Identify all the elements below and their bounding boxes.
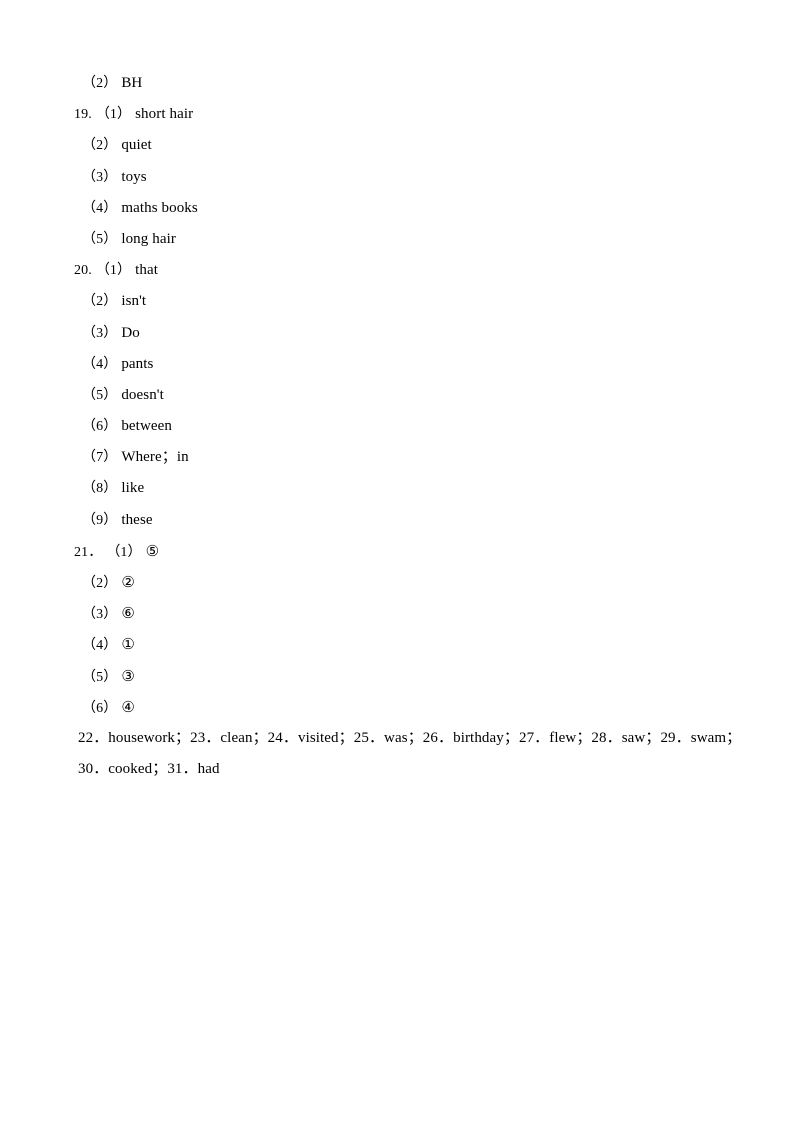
answer-text: Do <box>121 324 140 341</box>
answer-text: these <box>121 511 153 528</box>
sub-item-label: （5） <box>82 387 118 403</box>
answer-text: BH <box>121 75 143 91</box>
answer-text: maths books <box>121 199 198 216</box>
sub-item-label: （6） <box>82 700 118 716</box>
sub-item-label: （5） <box>82 231 118 247</box>
answer-line: （3） Do <box>70 318 730 349</box>
answer-key-page: （2） BH 19. （1） short hair （2） quiet （3） toys （4） m… <box>0 0 794 1123</box>
answer-text: that <box>135 262 159 279</box>
answer-line: （2） ② <box>70 567 730 598</box>
answer-line: 22．housework；23．clean；24．visited；25．was；… <box>70 723 741 754</box>
sub-item-label: （7） <box>82 450 118 466</box>
sub-item-label: （2） <box>82 76 118 91</box>
circled-number-answer: ② <box>121 573 135 591</box>
answer-line: （6） between <box>70 411 730 442</box>
answer-text: short hair <box>135 106 194 123</box>
answer-line: （4） pants <box>70 349 730 380</box>
answer-line: 30．cooked；31．had <box>70 754 730 785</box>
answer-text: toys <box>121 168 147 185</box>
answer-text: Where；in <box>121 449 189 466</box>
answer-line: （4） ① <box>70 629 730 660</box>
answer-line: （9） these <box>70 505 730 536</box>
sub-item-label: （3） <box>82 169 118 185</box>
answer-line: （5） ③ <box>70 661 730 692</box>
answer-text: 30．cooked；31．had <box>78 761 220 778</box>
sub-item-label: （2） <box>82 294 118 310</box>
circled-number-answer: ④ <box>121 697 135 716</box>
sub-item-label: （2） <box>82 576 118 591</box>
answer-line: 20. （1） that <box>70 255 730 286</box>
answer-text: like <box>121 480 145 497</box>
answer-line: （7） Where；in <box>70 442 730 473</box>
sub-item-label: （9） <box>82 512 118 528</box>
answer-text: quiet <box>121 137 152 154</box>
circled-number-answer: ③ <box>121 666 135 685</box>
sub-item-label: （4） <box>82 638 118 654</box>
sub-item-label: （2） <box>82 138 118 154</box>
answer-list: （2） BH 19. （1） short hair （2） quiet （3） toys （4） m… <box>70 68 741 785</box>
sub-item-label: （6） <box>82 419 118 435</box>
sub-item-label: （1） <box>95 263 132 279</box>
answer-line: 19. （1） short hair <box>70 99 730 130</box>
answer-line: （5） doesn't <box>70 380 730 411</box>
answer-line: （8） like <box>70 473 730 504</box>
answer-text: isn't <box>121 293 147 310</box>
answer-line: （5） long hair <box>70 224 730 255</box>
answer-text: 22．housework；23．clean；24．visited；25．was；… <box>78 729 742 746</box>
answer-line: （6） ④ <box>70 692 730 723</box>
sub-item-label: （4） <box>82 356 118 372</box>
answer-line: （2） BH <box>70 68 730 99</box>
answer-line: （3） toys <box>70 162 730 193</box>
answer-line: 21． （1） ⑤ <box>70 536 730 567</box>
answer-line: （2） isn't <box>70 286 730 317</box>
answer-text: pants <box>121 355 154 372</box>
answer-line: （3） ⑥ <box>70 598 730 629</box>
sub-item-label: （1） <box>95 107 132 123</box>
answer-text: between <box>121 418 172 435</box>
sub-item-label: （3） <box>82 325 118 341</box>
sub-item-label: （4） <box>82 200 118 216</box>
answer-line: （4） maths books <box>70 193 730 224</box>
sub-item-label: （3） <box>82 607 118 623</box>
circled-number-answer: ⑥ <box>121 604 135 623</box>
question-number: 19. <box>74 107 92 123</box>
question-number: 20. <box>74 263 92 279</box>
answer-line: （2） quiet <box>70 130 730 161</box>
answer-text: long hair <box>121 230 176 247</box>
sub-item-label: （1） <box>106 544 142 560</box>
answer-text: doesn't <box>121 386 164 403</box>
circled-number-answer: ⑤ <box>145 541 160 560</box>
circled-number-answer: ① <box>121 635 135 654</box>
sub-item-label: （8） <box>82 481 118 497</box>
question-number: 21． <box>74 544 103 560</box>
sub-item-label: （5） <box>82 669 118 685</box>
